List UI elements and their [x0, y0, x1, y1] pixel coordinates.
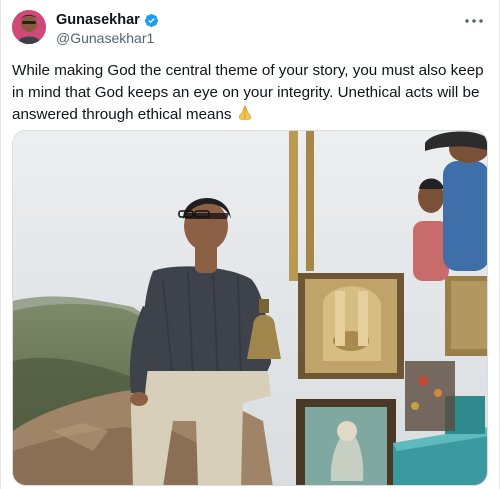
folded-hands-emoji-icon: [236, 104, 254, 122]
avatar-photo: [12, 10, 46, 44]
author-names: Gunasekhar @Gunasekhar1: [56, 10, 159, 47]
author-display-name[interactable]: Gunasekhar: [56, 11, 140, 29]
verified-badge-icon: [144, 13, 159, 28]
more-options-icon[interactable]: [463, 12, 485, 30]
photo-image: [13, 131, 487, 485]
author-avatar[interactable]: [12, 10, 46, 44]
tweet-header: Gunasekhar @Gunasekhar1: [12, 10, 487, 50]
author-handle[interactable]: @Gunasekhar1: [56, 29, 159, 47]
tweet-photo[interactable]: [12, 130, 488, 486]
tweet-text: While making God the central theme of yo…: [12, 60, 488, 126]
tweet-card: Gunasekhar @Gunasekhar1 While making God…: [0, 0, 500, 489]
